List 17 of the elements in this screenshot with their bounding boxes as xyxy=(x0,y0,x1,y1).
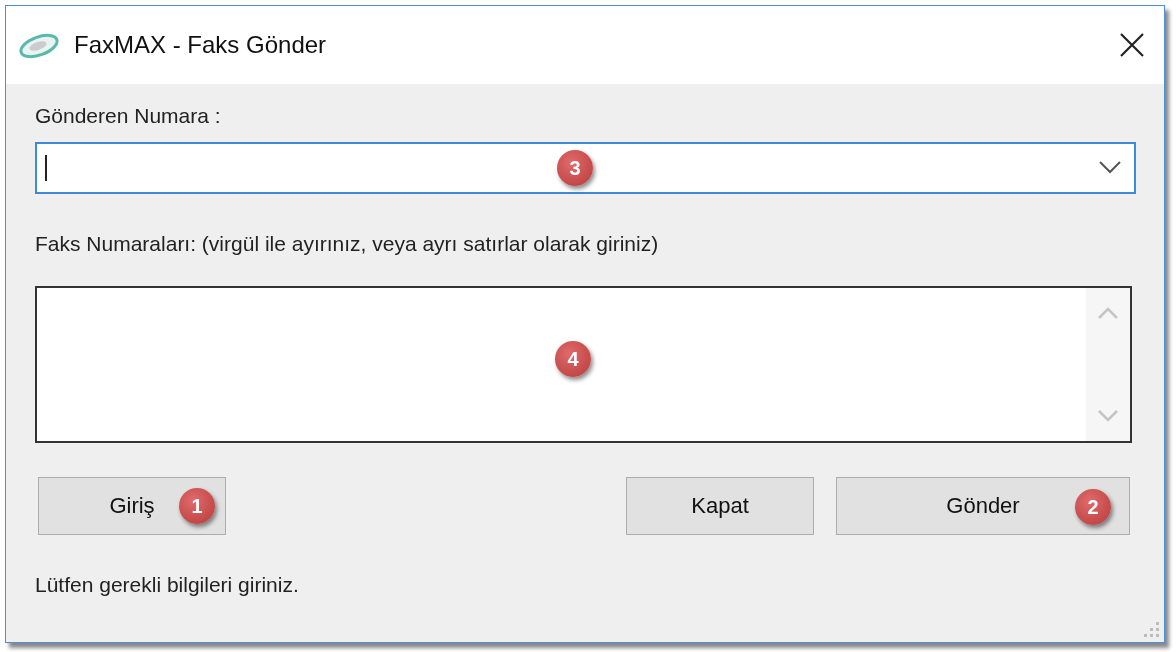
window-title: FaxMAX - Faks Gönder xyxy=(74,31,328,59)
fax-numbers-label: Faks Numaraları: (virgül ile ayırınız, veya ayrı satırlar olarak giriniz) xyxy=(35,232,660,256)
callout-badge: 4 xyxy=(555,341,591,377)
scroll-bar[interactable] xyxy=(1086,288,1130,441)
dialog-button[interactable]: Giriş 1 xyxy=(38,477,226,535)
close-icon[interactable] xyxy=(1119,32,1145,58)
callout-badge: 1 xyxy=(179,488,215,524)
sender-combo-box[interactable]: 3 xyxy=(35,142,1136,194)
fax-numbers-text-area[interactable]: 4 xyxy=(35,286,1132,443)
resize-grip-icon[interactable] xyxy=(1144,622,1160,638)
callout-badge: 3 xyxy=(557,150,593,186)
sender-label: Gönderen Numara : xyxy=(35,104,222,128)
chevron-down-icon[interactable] xyxy=(1098,159,1122,175)
callout-badge: 2 xyxy=(1075,489,1111,525)
dialog-button[interactable]: Gönder 2 xyxy=(836,477,1130,535)
dialog-button[interactable]: Kapat xyxy=(626,477,814,535)
status-text: Lütfen gerekli bilgileri giriniz. xyxy=(35,573,300,597)
